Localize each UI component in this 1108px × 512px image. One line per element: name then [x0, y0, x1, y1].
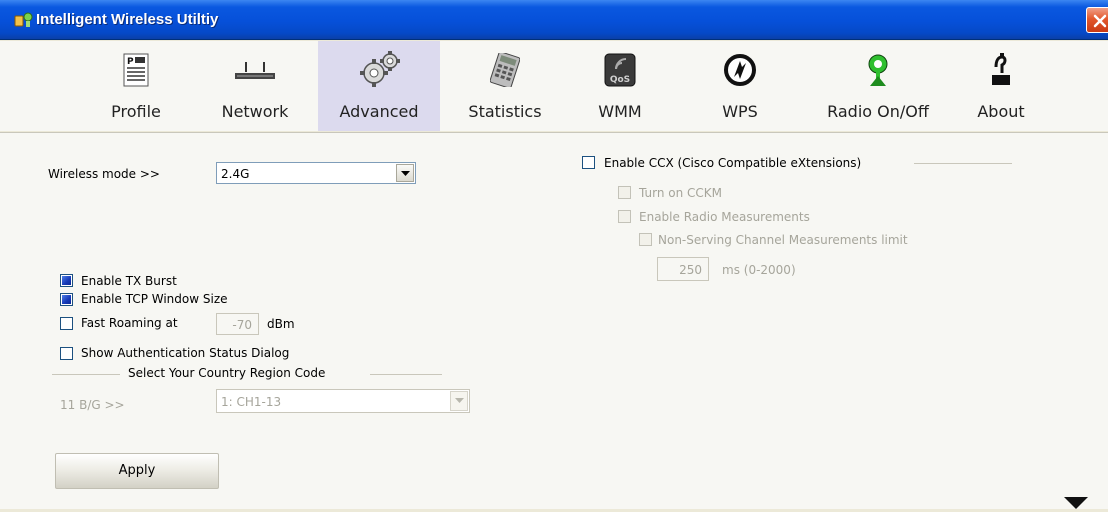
tab-wmm[interactable]: QoS WMM: [580, 41, 660, 131]
cckm-label: Turn on CCKM: [639, 186, 722, 200]
non-serving-checkbox[interactable]: [639, 233, 652, 246]
tcp-window-label: Enable TCP Window Size: [81, 292, 228, 306]
chevron-down-icon: [401, 171, 410, 176]
wireless-mode-label: Wireless mode >>: [48, 167, 160, 181]
antenna-icon: [865, 53, 891, 91]
wireless-mode-select[interactable]: 2.4G: [216, 162, 416, 184]
app-icon: [14, 11, 34, 29]
apply-button[interactable]: Apply: [55, 453, 219, 489]
enable-ccx-checkbox[interactable]: [582, 156, 595, 169]
calculator-icon: [489, 51, 521, 91]
tab-network-label: Network: [221, 102, 289, 121]
svg-text:P: P: [127, 57, 134, 67]
about-icon: [990, 53, 1012, 91]
auth-status-label: Show Authentication Status Dialog: [81, 346, 290, 360]
tab-advanced-label: Advanced: [339, 102, 419, 121]
tx-burst-label: Enable TX Burst: [81, 274, 177, 288]
tab-network[interactable]: Network: [205, 41, 305, 131]
ccx-group-line: [914, 163, 1012, 164]
tab-statistics[interactable]: Statistics: [450, 41, 560, 131]
tab-radio-onoff-label: Radio On/Off: [827, 102, 929, 121]
country-group-title: Select Your Country Region Code: [128, 366, 326, 380]
scroll-down-icon[interactable]: [1052, 497, 1100, 512]
auth-status-checkbox[interactable]: [60, 347, 73, 360]
country-group-line-right: [370, 374, 442, 375]
title-bar[interactable]: Intelligent Wireless Utiltiy: [0, 0, 1108, 40]
wireless-mode-value: 2.4G: [221, 167, 250, 181]
tab-profile-label: Profile: [111, 102, 161, 121]
radio-measurements-checkbox[interactable]: [618, 210, 631, 223]
country-region-dropdown-button[interactable]: [450, 391, 468, 411]
tab-advanced[interactable]: Advanced: [318, 41, 440, 131]
wps-icon: [724, 53, 756, 91]
fast-roaming-checkbox[interactable]: [60, 317, 73, 330]
window-title: Intelligent Wireless Utiltiy: [36, 11, 219, 28]
close-button[interactable]: [1086, 7, 1108, 33]
tcp-window-checkbox[interactable]: [60, 293, 73, 306]
radio-measurements-label: Enable Radio Measurements: [639, 210, 810, 224]
cckm-checkbox[interactable]: [618, 186, 631, 199]
non-serving-label: Non-Serving Channel Measurements limit: [658, 233, 908, 247]
tab-wps[interactable]: WPS: [700, 41, 780, 131]
measurement-limit-unit: ms (0-2000): [722, 263, 796, 277]
country-region-value: 1: CH1-13: [221, 395, 282, 409]
gears-icon: [356, 49, 402, 93]
tab-profile[interactable]: P Profile: [88, 41, 184, 131]
chevron-down-icon: [455, 398, 464, 403]
enable-ccx-label: Enable CCX (Cisco Compatible eXtensions): [604, 156, 862, 170]
fast-roaming-label: Fast Roaming at: [81, 316, 178, 330]
tab-radio-onoff[interactable]: Radio On/Off: [808, 41, 948, 131]
tx-burst-checkbox[interactable]: [60, 274, 73, 287]
band-label: 11 B/G >>: [60, 398, 125, 412]
network-icon: [234, 61, 276, 85]
fast-roaming-input[interactable]: -70: [216, 313, 259, 335]
tab-about-label: About: [977, 102, 1025, 121]
tab-wmm-label: WMM: [598, 102, 642, 121]
measurement-limit-input[interactable]: 250: [657, 257, 709, 281]
wireless-mode-dropdown-button[interactable]: [396, 164, 414, 182]
country-region-select[interactable]: 1: CH1-13: [216, 389, 470, 413]
qos-badge-text: QoS: [610, 75, 630, 85]
profile-icon: P: [123, 53, 149, 91]
qos-icon: QoS: [604, 53, 636, 91]
tab-wps-label: WPS: [722, 102, 758, 121]
tab-statistics-label: Statistics: [468, 102, 542, 121]
close-icon: [1093, 14, 1107, 28]
country-group-line-left: [52, 374, 120, 375]
toolbar: P Profile Network Advanced Statistics Qo…: [0, 41, 1108, 131]
tab-about[interactable]: About: [965, 41, 1037, 131]
fast-roaming-unit: dBm: [267, 317, 295, 331]
